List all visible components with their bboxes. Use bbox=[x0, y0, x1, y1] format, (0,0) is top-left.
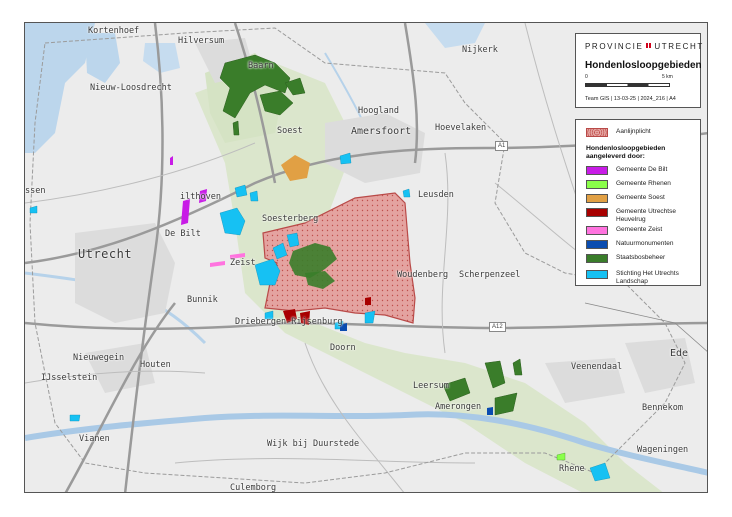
scale-bar bbox=[585, 83, 670, 87]
legend-label: Gemeente Soest bbox=[616, 194, 665, 201]
legend-swatch bbox=[586, 128, 608, 137]
place-label: Ede bbox=[670, 348, 689, 359]
place-label: Leusden bbox=[418, 190, 454, 200]
place-label: Soest bbox=[277, 126, 303, 136]
lake bbox=[85, 33, 120, 83]
place-label: Driebergen-Rijsenburg bbox=[235, 317, 343, 327]
legend-swatch bbox=[586, 254, 608, 263]
place-label: Culemborg bbox=[230, 483, 277, 493]
legend-heading: Hondenlosloopgebieden aangeleverd door: bbox=[586, 145, 666, 160]
place-label: Veenendaal bbox=[571, 362, 623, 372]
legend-swatch bbox=[586, 270, 608, 279]
legend-swatch bbox=[586, 180, 608, 189]
logo-text-right: UTRECHT bbox=[654, 42, 704, 51]
place-label: ssen bbox=[25, 186, 46, 196]
place-label: De Bilt bbox=[165, 229, 201, 239]
place-label: ilthoven bbox=[180, 192, 221, 202]
place-label: Nieuw-Loosdrecht bbox=[90, 83, 172, 93]
place-label: Wijk bij Duurstede bbox=[267, 439, 360, 449]
place-label: Utrecht bbox=[78, 247, 133, 261]
place-label: Scherpenzeel bbox=[459, 270, 521, 280]
road-shield: A1 bbox=[495, 141, 509, 151]
place-label: Doorn bbox=[330, 343, 356, 353]
legend-label: Natuurmonumenten bbox=[616, 240, 674, 247]
legend-label: Gemeente Zeist bbox=[616, 226, 663, 233]
place-label: Amersfoort bbox=[351, 126, 412, 137]
legend-swatch bbox=[586, 226, 608, 235]
legend-swatch bbox=[586, 166, 608, 175]
legend-label: Gemeente Rhenen bbox=[616, 180, 671, 187]
place-label: Wageningen bbox=[637, 445, 689, 455]
place-label: Woudenberg bbox=[397, 270, 449, 280]
place-label: Amerongen bbox=[435, 402, 482, 412]
place-label: Zeist bbox=[230, 258, 256, 268]
legend-swatch bbox=[586, 208, 608, 217]
lake bbox=[25, 23, 95, 153]
map-credits: Team GIS | 13-03-25 | 2024_216 | A4 bbox=[585, 96, 676, 102]
place-label: Nijkerk bbox=[462, 45, 498, 55]
place-label: Hoogland bbox=[358, 106, 399, 116]
place-label: Baarn bbox=[248, 61, 274, 71]
place-label: Vianen bbox=[79, 434, 110, 444]
place-label: Hilversum bbox=[178, 36, 225, 46]
logo-mark-icon bbox=[646, 43, 652, 48]
place-label: Rhene bbox=[559, 464, 585, 474]
legend-label: Gemeente De Bilt bbox=[616, 166, 668, 173]
map-title: Hondenlosloopgebieden bbox=[585, 60, 702, 71]
logo-text-left: PROVINCIE bbox=[585, 42, 644, 51]
legend-label: Aanlijnplicht bbox=[616, 128, 651, 135]
road-shield: A12 bbox=[489, 322, 506, 332]
de-bilt-areas bbox=[170, 156, 207, 225]
legend-label: Stichting Het Utrechts Landschap bbox=[616, 270, 679, 285]
place-label: Soesterberg bbox=[262, 214, 319, 224]
legend-swatch bbox=[586, 240, 608, 249]
scale-start-label: 0 bbox=[585, 74, 588, 80]
scale-end-label: 5 km bbox=[662, 74, 673, 80]
place-label: Bunnik bbox=[187, 295, 218, 305]
place-label: Houten bbox=[140, 360, 171, 370]
lake bbox=[143, 43, 180, 73]
title-box: PROVINCIE UTRECHT Hondenlosloopgebieden 0… bbox=[575, 33, 704, 108]
legend: Aanlijnplicht Hondenlosloopgebieden aang… bbox=[575, 119, 701, 286]
place-label: Nieuwegein bbox=[73, 353, 125, 363]
place-label: Leersum bbox=[413, 381, 449, 391]
legend-label: Gemeente Utrechtse Heuvelrug bbox=[616, 208, 676, 223]
legend-swatch bbox=[586, 194, 608, 203]
legend-label: Staatsbosbeheer bbox=[616, 254, 666, 261]
place-label: Hoevelaken bbox=[435, 123, 487, 133]
place-label: IJsselstein bbox=[41, 373, 98, 383]
province-logo: PROVINCIE UTRECHT bbox=[585, 42, 704, 51]
place-label: Kortenhoef bbox=[88, 26, 140, 36]
place-label: Bennekom bbox=[642, 403, 683, 413]
